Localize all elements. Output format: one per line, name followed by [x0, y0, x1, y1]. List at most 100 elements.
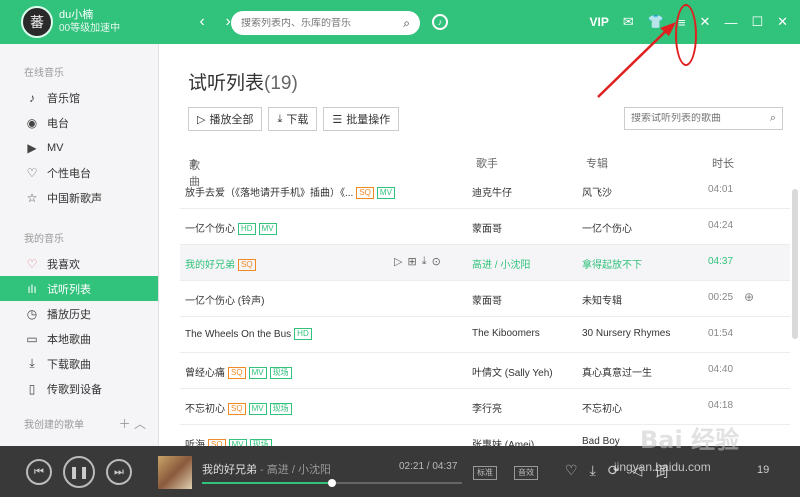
shirt-search-icon[interactable]: ⌕ [403, 16, 410, 31]
quality-badge[interactable]: MV [248, 367, 267, 379]
song-title[interactable]: 一亿个伤心 HD MV [185, 220, 465, 235]
song-album[interactable]: 一亿个伤心 [582, 220, 702, 235]
bars-icon: ılı [27, 281, 37, 296]
user-name[interactable]: du小楠 [59, 8, 120, 22]
song-title-text[interactable]: 曾经心痛 [185, 368, 225, 379]
download-icon[interactable]: ⤓ [590, 462, 596, 482]
song-album[interactable]: 真心真意过一生 [582, 364, 702, 379]
table-row[interactable]: 一亿个伤心 HD MV 蒙面哥 一亿个伤心 04:24 [180, 209, 790, 245]
sidebar-item-device[interactable]: ▯ 传歌到设备 [0, 376, 158, 401]
song-title-text[interactable]: 放手去爱（《落地请开手机》插曲）《... [185, 188, 353, 199]
song-title[interactable]: 曾经心痛 SQ MV 现场 [185, 364, 465, 379]
table-row[interactable]: 放手去爱（《落地请开手机》插曲）《... SQ MV 迪克牛仔 风飞沙 04:01 [180, 173, 790, 209]
song-title[interactable]: 听海 SQ MV 现场 [185, 436, 465, 446]
download-button[interactable]: ⤓ 下载 [268, 107, 318, 131]
song-title-text[interactable]: 一亿个伤心 (铃声) [185, 296, 264, 307]
minimize-icon[interactable]: — [724, 15, 737, 30]
next-icon[interactable]: ⏭ [106, 459, 132, 485]
song-title-text[interactable]: The Wheels On the Bus [185, 329, 291, 340]
sidebar-item-clock[interactable]: ◷ 播放历史 [0, 301, 158, 326]
list-search-input[interactable] [631, 113, 761, 124]
playlist-count[interactable]: 19 [757, 464, 769, 476]
quality-badge[interactable]: MV [258, 223, 277, 235]
song-artist[interactable]: 李行亮 [472, 400, 577, 415]
add-icon[interactable]: ⊞ [407, 255, 416, 268]
song-artist[interactable]: 迪克牛仔 [472, 184, 577, 199]
progress-knob[interactable] [328, 479, 336, 487]
sidebar-item-bars[interactable]: ılı 试听列表 [0, 276, 158, 301]
table-row[interactable]: 曾经心痛 SQ MV 现场 叶倩文 (Sally Yeh) 真心真意过一生 04:40 [180, 353, 790, 389]
song-album[interactable]: 风飞沙 [582, 184, 702, 199]
sidebar-item-download[interactable]: ⤓ 下载歌曲 [0, 351, 158, 376]
sidebar-item-star[interactable]: ☆ 中国新歌声 [0, 185, 158, 210]
song-artist[interactable]: The Kiboomers [472, 328, 577, 339]
action-toolbar: ▷ 播放全部 ⤓ 下载 ☰ 批量操作 [188, 107, 400, 131]
song-artist[interactable]: 高进 / 小沈阳 [472, 256, 577, 271]
column-duration[interactable]: 时长 [712, 155, 734, 171]
list-search[interactable]: ⌕ [624, 107, 783, 130]
search-icon[interactable]: ⌕ [770, 112, 776, 125]
song-artist[interactable]: 叶倩文 (Sally Yeh) [472, 364, 577, 379]
mail-icon[interactable]: ✉ [623, 14, 634, 30]
sidebar-item-label: 电台 [47, 117, 69, 130]
annotation-ellipse [675, 4, 697, 66]
now-playing-song[interactable]: 我的好兄弟 [202, 464, 257, 476]
vip-button[interactable]: VIP [590, 15, 609, 29]
quality-badge[interactable]: MV [248, 403, 267, 415]
progress-bar[interactable] [202, 479, 462, 487]
maximize-icon[interactable]: ☐ [751, 14, 763, 30]
create-playlist-icon[interactable]: ＋ ︿ [119, 415, 146, 432]
song-album[interactable]: 30 Nursery Rhymes [582, 328, 702, 339]
quality-badge[interactable]: MV [376, 187, 395, 199]
sound-effect-button[interactable]: 音效 [514, 466, 538, 480]
avatar[interactable]: 蕃 [21, 6, 53, 38]
mini-mode-icon[interactable]: ✕ [700, 14, 711, 30]
back-arrow-icon[interactable]: ‹ [194, 13, 210, 31]
search-input[interactable] [241, 17, 391, 29]
song-title-text[interactable]: 我的好兄弟 [185, 260, 235, 271]
song-title[interactable]: 一亿个伤心 (铃声) [185, 292, 465, 307]
download-icon[interactable]: ⤓ [422, 255, 427, 268]
user-info[interactable]: du小楠 00等级加速中 [59, 8, 120, 36]
sidebar-item-music-hall[interactable]: ♪ 音乐馆 [0, 85, 158, 110]
quality-badge[interactable]: MV [228, 439, 247, 446]
song-title[interactable]: 不忘初心 SQ MV 现场 [185, 400, 465, 415]
scrollbar[interactable] [792, 189, 798, 339]
table-row[interactable]: The Wheels On the Bus HD The Kiboomers 30 N… [180, 317, 790, 353]
now-playing-sep: - [257, 464, 267, 476]
table-row[interactable]: 一亿个伤心 (铃声) 蒙面哥 未知专辑 00:25 ⊕ [180, 281, 790, 317]
song-artist[interactable]: 蒙面哥 [472, 220, 577, 235]
like-icon[interactable]: ♡ [565, 462, 578, 482]
column-album[interactable]: 专辑 [586, 155, 608, 171]
song-title[interactable]: 放手去爱（《落地请开手机》插曲）《... SQ MV [185, 184, 465, 199]
sidebar-item-radio[interactable]: ◉ 电台 [0, 110, 158, 135]
song-title[interactable]: The Wheels On the Bus HD [185, 328, 465, 340]
song-artist[interactable]: 蒙面哥 [472, 292, 577, 307]
sidebar-item-monitor[interactable]: ▭ 本地歌曲 [0, 326, 158, 351]
sidebar-item-heart-radio[interactable]: ♡ 个性电台 [0, 160, 158, 185]
pause-icon[interactable]: ❚❚ [63, 456, 95, 488]
previous-icon[interactable]: ⏮ [26, 459, 52, 485]
album-cover[interactable] [158, 456, 192, 489]
song-artist[interactable]: 张惠妹 (Amei) [472, 436, 577, 446]
song-album[interactable]: 不忘初心 [582, 400, 702, 415]
batch-button[interactable]: ☰ 批量操作 [323, 107, 400, 131]
skin-icon[interactable]: 👕 [648, 14, 664, 30]
table-row[interactable]: 我的好兄弟 SQ ▷ ⊞ ⤓ ⊙ 高进 / 小沈阳 拿得起放不下 04:37 [180, 245, 790, 281]
song-title-text[interactable]: 不忘初心 [185, 404, 225, 415]
listen-recognize-icon[interactable]: ♪ [432, 14, 448, 30]
column-artist[interactable]: 歌手 [476, 155, 498, 171]
now-playing-artist[interactable]: 高进 / 小沈阳 [267, 464, 331, 476]
global-search[interactable]: ⌕ [231, 11, 420, 35]
globe-icon[interactable]: ⊕ [744, 290, 754, 304]
song-album[interactable]: 拿得起放不下 [582, 256, 702, 271]
quality-button[interactable]: 标准 [473, 466, 497, 480]
sidebar-item-mv[interactable]: ▶ MV [0, 135, 158, 160]
play-all-button[interactable]: ▷ 播放全部 [188, 107, 263, 131]
close-icon[interactable]: ✕ [777, 14, 788, 30]
play-icon[interactable]: ▷ [394, 255, 402, 268]
sidebar-item-heart[interactable]: ♡ 我喜欢 [0, 251, 158, 276]
more-icon[interactable]: ⊙ [432, 255, 441, 268]
song-title-text[interactable]: 一亿个伤心 [185, 224, 235, 235]
song-album[interactable]: 未知专辑 [582, 292, 702, 307]
